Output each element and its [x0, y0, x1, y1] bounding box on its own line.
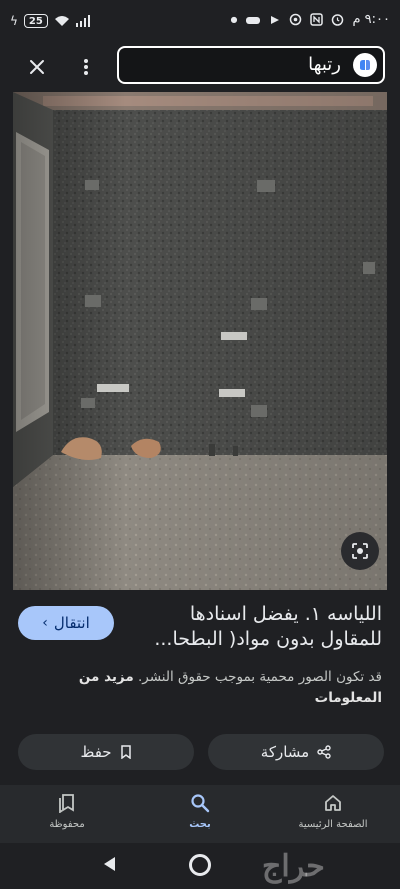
- watermark-logo: حراج: [262, 849, 326, 884]
- close-icon: [30, 60, 44, 74]
- notification-dot-icon: ●: [230, 15, 238, 24]
- share-label: مشاركة: [260, 743, 310, 761]
- close-button[interactable]: [22, 52, 52, 82]
- alarm-icon: [332, 14, 344, 26]
- hotspot-icon: [290, 13, 302, 26]
- save-button[interactable]: حفظ: [18, 734, 194, 770]
- lens-logo-icon[interactable]: [353, 53, 377, 77]
- signal-icon: [75, 15, 90, 27]
- nfc-icon: [310, 13, 324, 26]
- search-input[interactable]: رتبها: [117, 46, 385, 84]
- app-icon: [271, 15, 280, 24]
- status-right: ● ٩:٠٠ م: [231, 12, 391, 27]
- clock: ٩:٠٠ م: [352, 12, 390, 27]
- more-vert-icon: [84, 59, 88, 75]
- lens-icon: [352, 543, 368, 559]
- share-button[interactable]: مشاركة: [208, 734, 384, 770]
- visit-label: انتقال: [53, 614, 90, 632]
- controller-icon: [246, 16, 261, 24]
- status-left: ϟ 25: [10, 14, 90, 28]
- nav-item-home[interactable]: الصفحة الرئيسية: [278, 793, 388, 830]
- copyright-notice: قد تكون الصور محمية بموجب حقوق النشر. مز…: [12, 667, 382, 709]
- home-icon: [325, 795, 341, 811]
- result-title[interactable]: اللياسه ١. يفضل اسنادها للمقاول بدون موا…: [132, 602, 382, 652]
- nav-label-saved: محفوظة: [49, 819, 85, 830]
- more-options-button[interactable]: [72, 52, 100, 82]
- search-icon: [191, 794, 210, 813]
- bottom-nav: محفوظة بحث الصفحة الرئيسية: [0, 785, 400, 843]
- visit-button[interactable]: انتقال ›: [18, 606, 114, 640]
- back-icon[interactable]: [101, 855, 117, 873]
- share-icon: [317, 745, 331, 759]
- search-query: رتبها: [308, 54, 341, 75]
- battery-indicator: 25: [23, 14, 48, 28]
- copyright-text: قد تكون الصور محمية بموجب حقوق النشر.: [138, 669, 382, 685]
- nav-item-search[interactable]: بحث: [145, 793, 255, 830]
- home-key-icon[interactable]: [189, 854, 211, 876]
- nav-item-saved[interactable]: محفوظة: [12, 793, 122, 830]
- result-image[interactable]: [13, 92, 387, 590]
- charging-icon: ϟ: [10, 14, 18, 28]
- save-label: حفظ: [80, 743, 112, 761]
- lens-search-button[interactable]: [341, 532, 379, 570]
- nav-label-home: الصفحة الرئيسية: [298, 819, 368, 830]
- search-header: رتبها: [0, 44, 400, 90]
- wifi-icon: [54, 16, 69, 26]
- chevron-right-icon: ›: [42, 615, 48, 631]
- system-nav-bar: حراج: [0, 843, 400, 889]
- status-bar: ϟ 25 ● ٩:٠٠ م: [0, 0, 400, 44]
- bookmarks-icon: [59, 794, 74, 813]
- bookmark-icon: [120, 745, 131, 759]
- nav-label-search: بحث: [189, 819, 211, 830]
